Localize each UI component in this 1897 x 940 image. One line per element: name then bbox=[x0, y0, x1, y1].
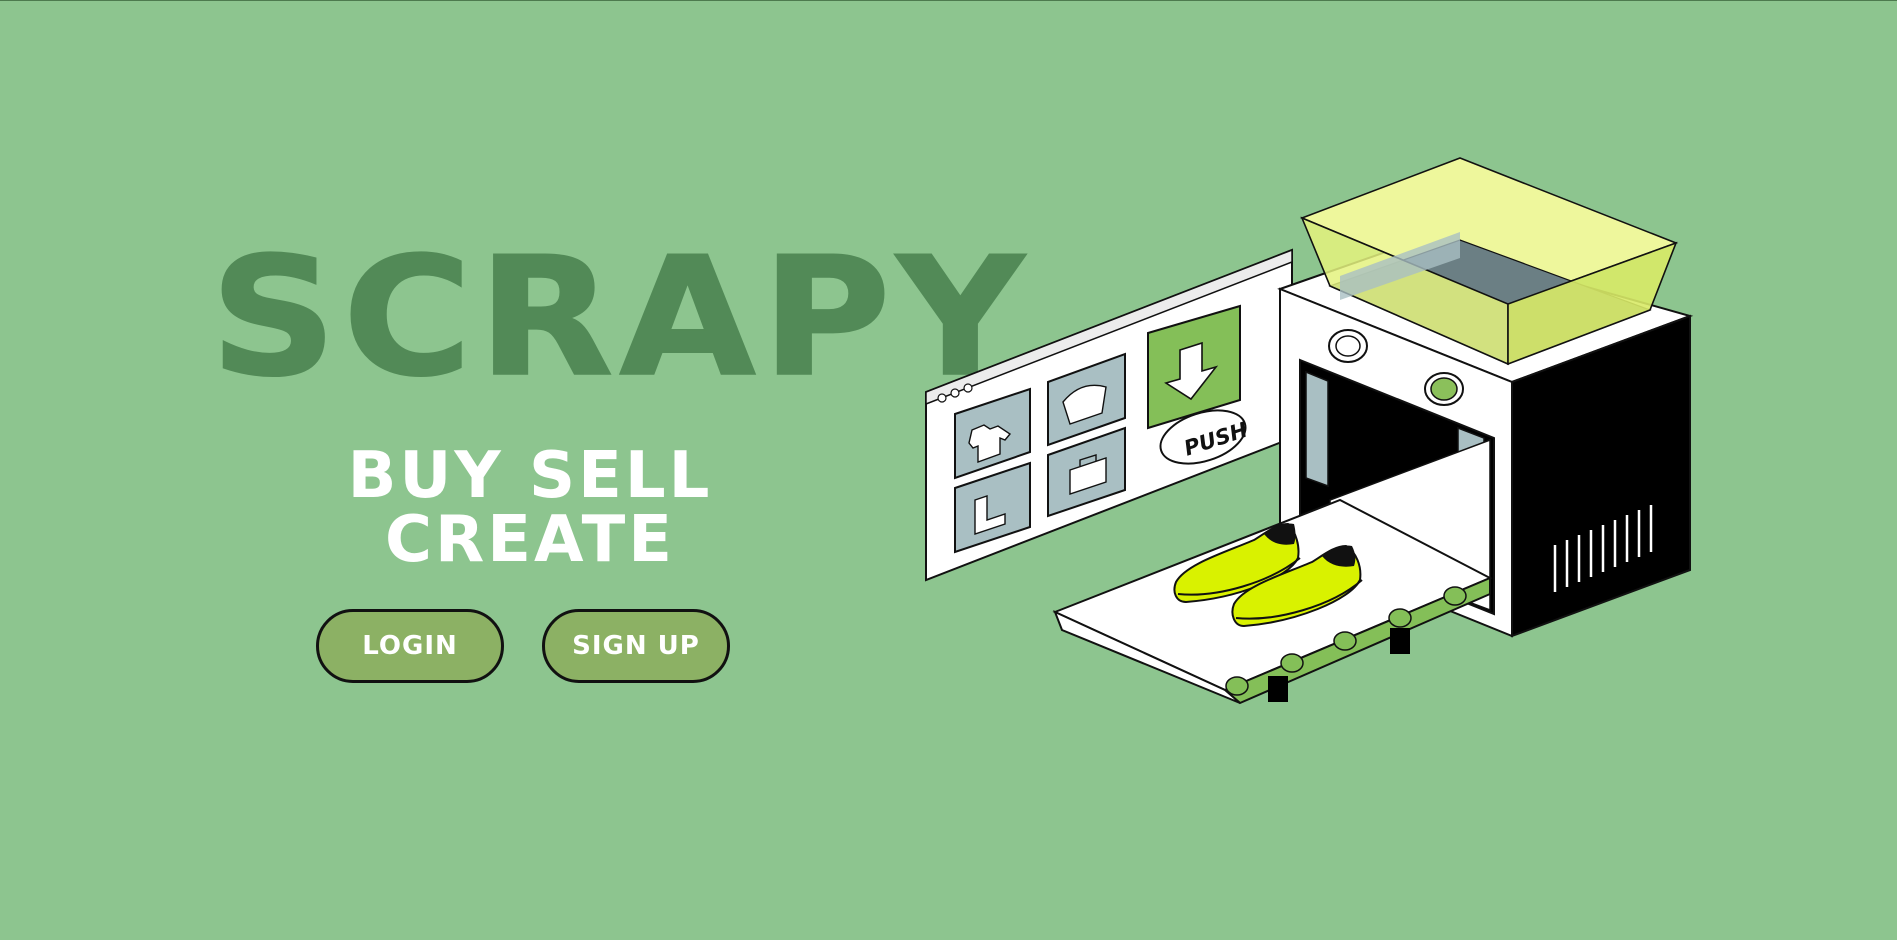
scrapy-machine-illustration: PUSH bbox=[925, 157, 1694, 705]
tagline: BUY SELL CREATE bbox=[347, 439, 713, 577]
window-dot-icon bbox=[937, 393, 947, 403]
auth-buttons: LOGIN SIGN UP bbox=[316, 609, 730, 683]
top-border bbox=[0, 0, 1897, 1]
browser-panel: PUSH bbox=[925, 248, 1293, 582]
signup-button[interactable]: SIGN UP bbox=[542, 609, 730, 683]
window-dot-icon bbox=[950, 388, 960, 398]
login-button[interactable]: LOGIN bbox=[316, 609, 504, 683]
brand-logo-text: SCRAPY bbox=[209, 222, 1031, 413]
hero-section: SCRAPY BUY SELL CREATE bbox=[209, 222, 1031, 577]
window-dot-icon bbox=[963, 383, 973, 393]
